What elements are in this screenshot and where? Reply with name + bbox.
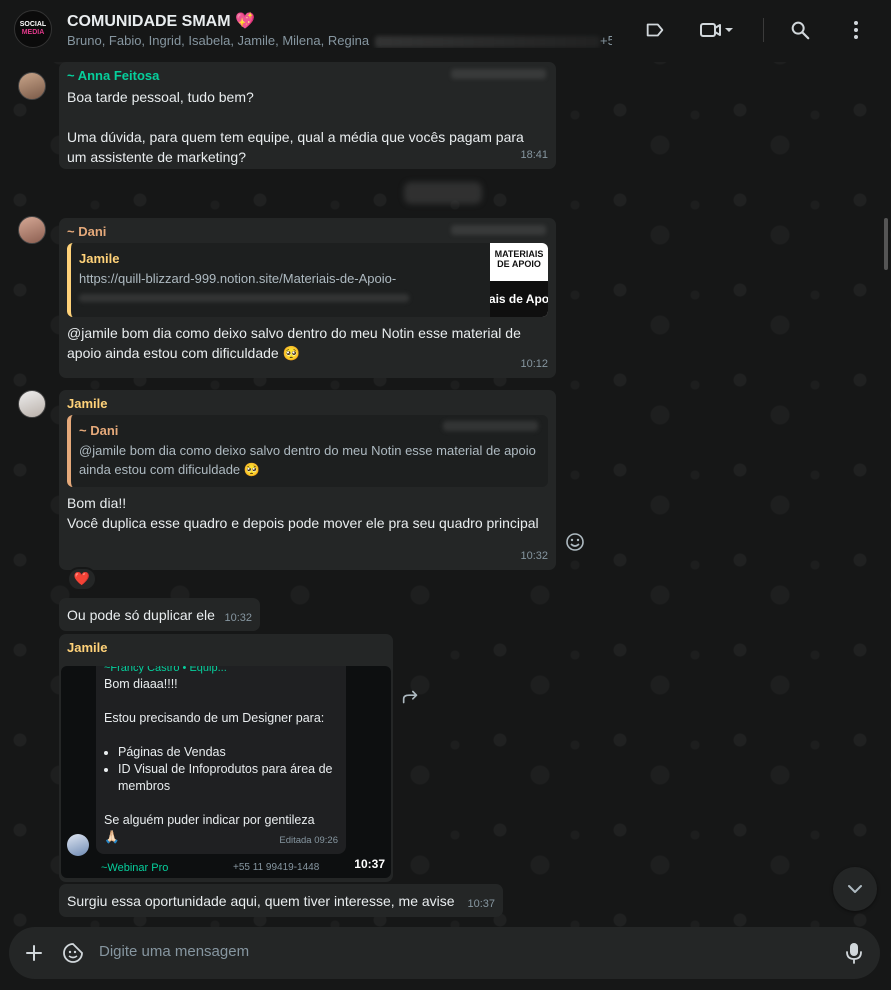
- image-text: Estou precisando de um Designer para:: [104, 711, 325, 725]
- message-composer[interactable]: Digite uma mensagem: [9, 927, 880, 979]
- thumbnail-subtitle: ais de Apo: [490, 281, 548, 317]
- message-time: 10:37: [354, 857, 385, 871]
- emoji-reaction-button[interactable]: [565, 532, 587, 554]
- group-title[interactable]: COMUNIDADE SMAM 💖: [67, 11, 255, 31]
- message-text: Você duplica esse quadro e depois pode m…: [67, 515, 539, 531]
- message-time: 10:37: [467, 898, 495, 910]
- avatar-anna[interactable]: [18, 72, 46, 100]
- members-redacted: [375, 35, 601, 48]
- smiley-icon: [566, 533, 584, 551]
- message-input[interactable]: Digite uma mensagem: [99, 943, 249, 960]
- message-text: Surgiu essa oportunidade aqui, quem tive…: [67, 893, 455, 909]
- search-icon[interactable]: [787, 17, 813, 43]
- avatar-jamile[interactable]: [18, 390, 46, 418]
- message-sender[interactable]: Jamile: [67, 396, 548, 412]
- image-sender-name: ~Webinar Pro: [101, 862, 169, 874]
- group-avatar-text-accent: MEDIA: [21, 29, 45, 36]
- message-text: @jamile bom dia como deixo salvo dentro …: [67, 325, 521, 341]
- reaction-badge[interactable]: ❤️: [67, 567, 97, 591]
- quote-text: ainda estou com dificuldade 🥺: [79, 462, 260, 477]
- label-icon[interactable]: [642, 17, 668, 43]
- message-text: apoio ainda estou com dificuldade 🥺: [67, 345, 301, 361]
- member-list: Bruno, Fabio, Ingrid, Isabela, Jamile, M…: [67, 33, 370, 48]
- image-forwarded-sender: ~Francy Castro • Equip...: [104, 666, 227, 674]
- message-time: 10:12: [520, 358, 548, 370]
- video-camera-icon: [700, 23, 721, 37]
- image-avatar: [67, 834, 89, 856]
- forward-button[interactable]: [400, 686, 424, 710]
- video-call-button[interactable]: [694, 17, 740, 43]
- message-time: 18:41: [520, 149, 548, 161]
- message-text: Bom dia!!: [67, 495, 127, 511]
- message-bubble[interactable]: Ou pode só duplicar ele 10:32: [59, 598, 260, 631]
- group-avatar-text: SOCIAL: [19, 21, 47, 28]
- message-text: um assistente de marketing?: [67, 149, 246, 165]
- attach-button[interactable]: [21, 940, 47, 966]
- image-list-item: Páginas de Vendas: [118, 744, 338, 761]
- image-content: ~Francy Castro • Equip... Bom diaaa!!!! …: [96, 666, 346, 854]
- image-text: Bom diaaa!!!!: [104, 677, 178, 691]
- message-text: Uma dúvida, para quem tem equipe, qual a…: [67, 129, 524, 145]
- message-text: Ou pode só duplicar ele: [67, 607, 215, 623]
- chat-header[interactable]: SOCIAL MEDIA COMUNIDADE SMAM 💖 Bruno, Fa…: [0, 0, 891, 62]
- image-sender-phone: +55 11 99419-1448: [233, 862, 320, 873]
- microphone-button[interactable]: [841, 940, 867, 966]
- link-preview-url: https://quill-blizzard-999.notion.site/M…: [79, 271, 397, 286]
- members-more: +5...: [600, 33, 612, 48]
- group-members[interactable]: Bruno, Fabio, Ingrid, Isabela, Jamile, M…: [67, 33, 612, 48]
- image-edited-label: Editada 09:26: [279, 835, 338, 846]
- message-time: 10:32: [224, 612, 252, 624]
- message-sender[interactable]: Jamile: [67, 640, 385, 656]
- date-divider-redacted: [404, 182, 482, 204]
- message-text: Boa tarde pessoal, tudo bem?: [67, 89, 254, 105]
- message-bubble[interactable]: Jamile ~ Dani @jamile bom dia como deixo…: [59, 390, 556, 570]
- link-preview-redacted: [79, 294, 409, 302]
- sender-phone-redacted: [451, 225, 546, 235]
- quote-text: @jamile bom dia como deixo salvo dentro …: [79, 443, 536, 458]
- image-text: Se alguém puder indicar por gentileza: [104, 813, 315, 827]
- sticker-button[interactable]: [60, 940, 86, 966]
- link-preview-title: Jamile: [79, 251, 120, 266]
- avatar-dani[interactable]: [18, 216, 46, 244]
- chat-scrollbar[interactable]: [884, 218, 888, 270]
- quote-phone-redacted: [443, 421, 538, 431]
- microphone-icon: [846, 943, 862, 964]
- scroll-to-bottom-button[interactable]: [833, 867, 877, 911]
- sticker-icon: [63, 943, 83, 963]
- image-list-item: ID Visual de Infoprodutos para área de m…: [118, 761, 338, 795]
- link-preview[interactable]: Jamile https://quill-blizzard-999.notion…: [67, 243, 548, 317]
- header-divider: [763, 18, 764, 42]
- message-bubble[interactable]: ~ Anna Feitosa Boa tarde pessoal, tudo b…: [59, 62, 556, 169]
- forward-icon: [402, 690, 418, 704]
- link-preview-thumbnail: MATERIAIS DE APOIO ais de Apo: [490, 243, 548, 317]
- message-list[interactable]: ~ Anna Feitosa Boa tarde pessoal, tudo b…: [0, 62, 891, 928]
- quoted-message[interactable]: ~ Dani @jamile bom dia como deixo salvo …: [67, 415, 548, 487]
- message-bubble[interactable]: ~ Dani Jamile https://quill-blizzard-999…: [59, 218, 556, 378]
- more-options-icon[interactable]: [843, 17, 869, 43]
- message-image[interactable]: ~Francy Castro • Equip... Bom diaaa!!!! …: [61, 666, 391, 878]
- group-avatar[interactable]: SOCIAL MEDIA: [14, 10, 52, 48]
- message-time: 10:32: [520, 550, 548, 562]
- image-message-bubble[interactable]: Jamile ~Francy Castro • Equip... Bom dia…: [59, 634, 393, 882]
- chevron-down-icon: [725, 28, 733, 32]
- plus-icon: [26, 945, 42, 961]
- sender-phone-redacted: [451, 69, 546, 79]
- thumbnail-title: MATERIAIS DE APOIO: [494, 249, 544, 269]
- chevron-down-icon: [848, 885, 862, 893]
- message-bubble[interactable]: Surgiu essa oportunidade aqui, quem tive…: [59, 884, 503, 917]
